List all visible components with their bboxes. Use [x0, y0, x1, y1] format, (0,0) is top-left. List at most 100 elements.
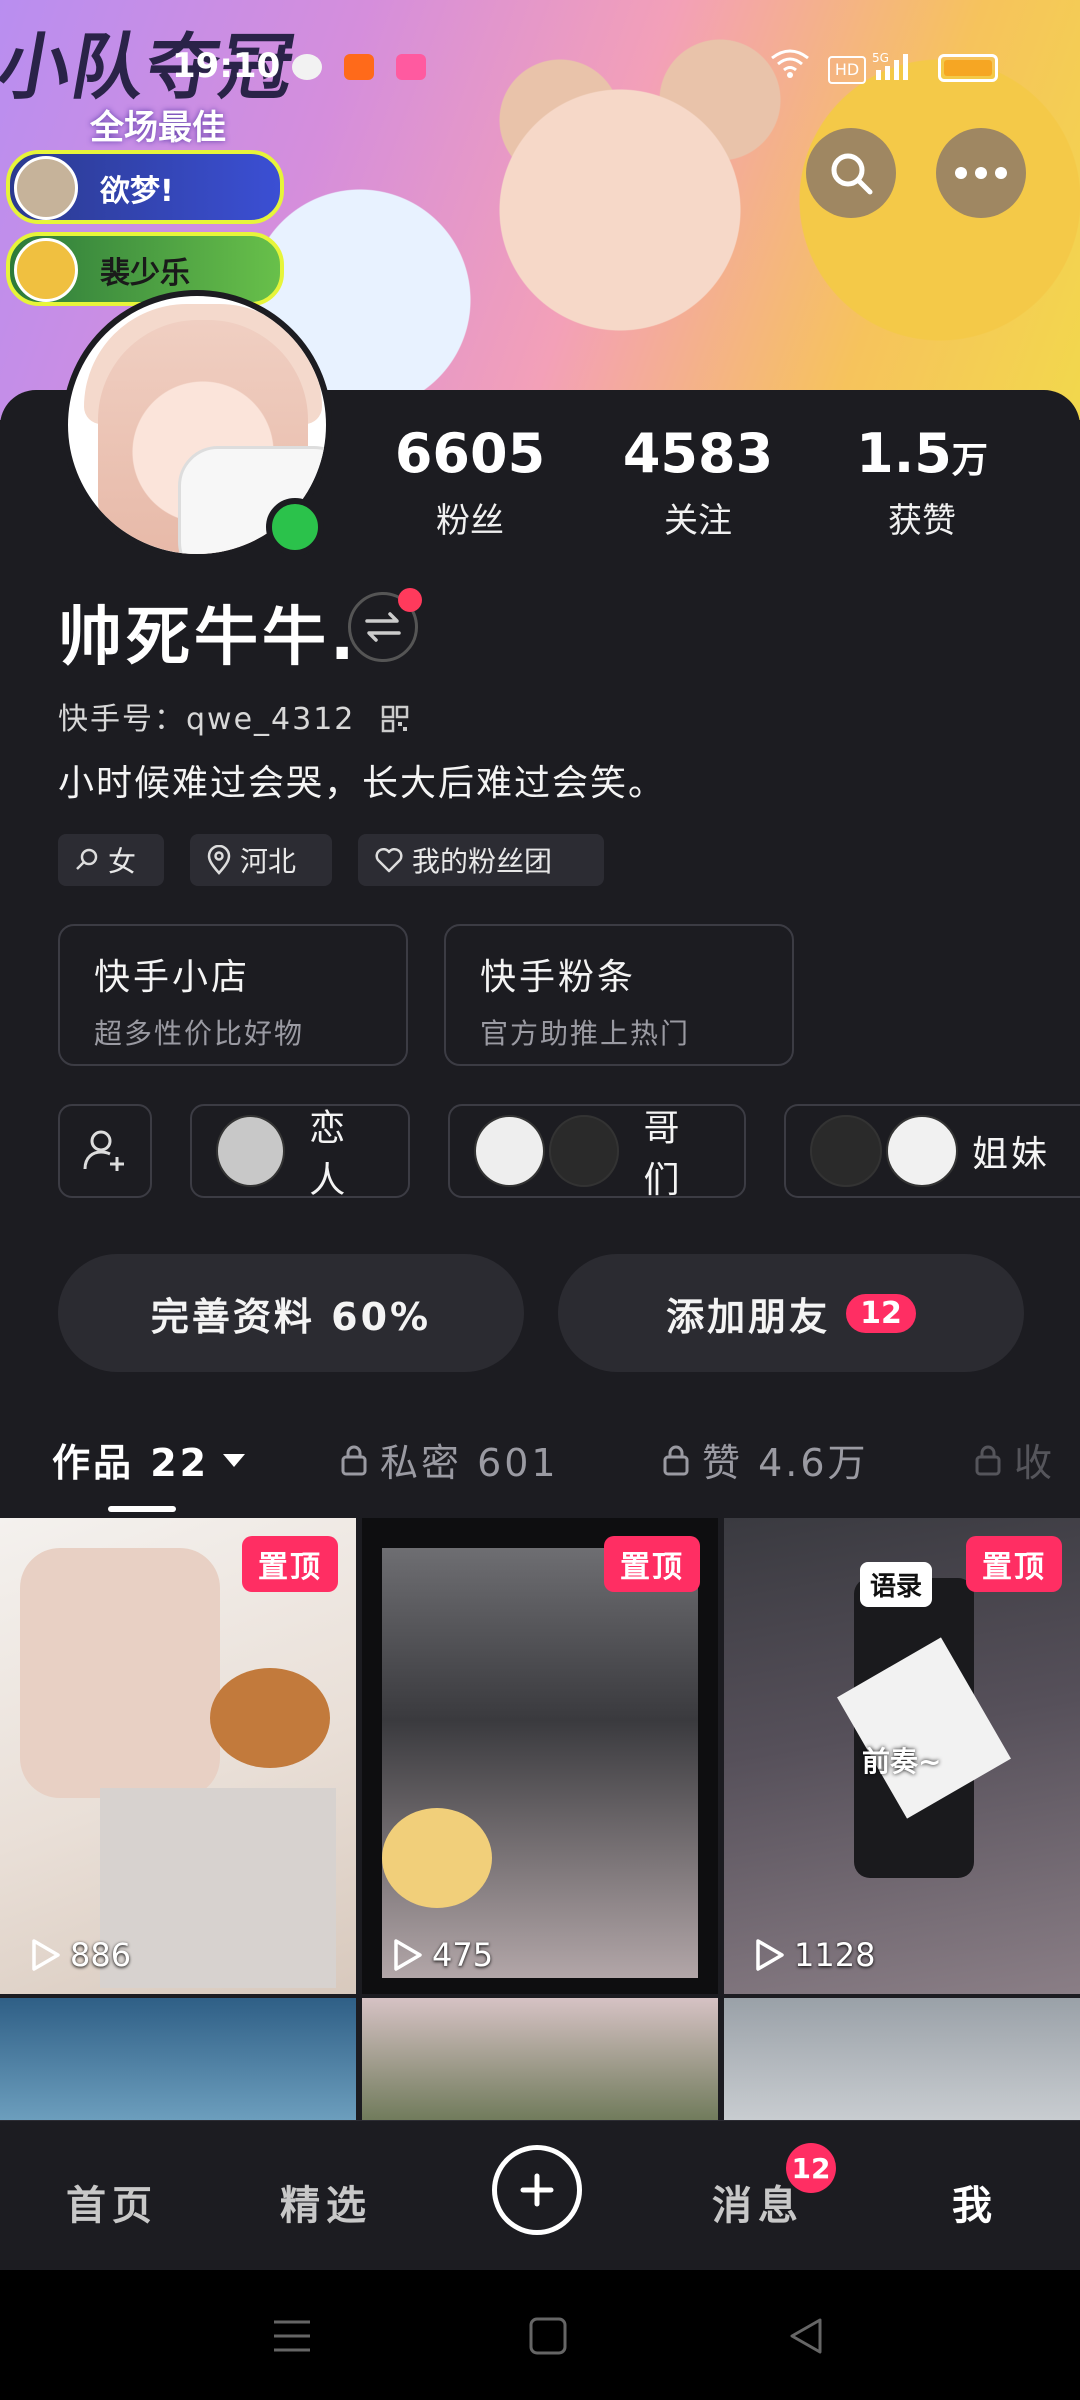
back-icon[interactable]: [786, 2316, 826, 2356]
card-subtitle: 超多性价比好物: [94, 1017, 305, 1050]
overlay-label: 前奏~: [862, 1745, 942, 1778]
kuaishou-id: 快手号：qwe_4312: [58, 702, 356, 737]
tag-location[interactable]: 河北: [190, 834, 332, 886]
tag-fan-club[interactable]: 我的粉丝团: [358, 834, 604, 886]
heart-icon: [375, 847, 403, 873]
bear-sticker: [210, 1668, 330, 1768]
relation-label: 哥们: [643, 1108, 683, 1201]
nav-me[interactable]: 我: [952, 2173, 998, 2231]
stat-following[interactable]: 4583 关注: [608, 422, 788, 542]
female-icon: [76, 848, 98, 870]
banner-chip-label: 欲梦!: [100, 174, 174, 209]
dog-sticker: [382, 1808, 492, 1908]
tab-label: 私密 601: [380, 1441, 559, 1485]
lock-icon: [975, 1445, 1001, 1475]
kuaishou-id-row[interactable]: 快手号：qwe_4312: [58, 694, 409, 738]
stat-label: 关注: [664, 501, 732, 541]
relation-label: 姐妹: [972, 1134, 1051, 1175]
relation-avatar: [886, 1115, 958, 1187]
tab-private[interactable]: 私密 601: [340, 1432, 559, 1487]
add-friends-button[interactable]: 添加朋友 12: [558, 1254, 1024, 1372]
thumb-photo: [100, 1788, 336, 1988]
more-button[interactable]: [936, 128, 1026, 218]
video-thumbnail[interactable]: 置顶 475: [362, 1518, 718, 1994]
svg-text:5G: 5G: [872, 51, 889, 65]
more-icon: [955, 167, 1007, 179]
complete-profile-button[interactable]: 完善资料 60%: [58, 1254, 524, 1372]
tag-label: 河北: [240, 845, 297, 878]
menu-icon[interactable]: [272, 2316, 312, 2356]
promotion-card[interactable]: 快手粉条 官方助推上热门: [444, 924, 794, 1066]
qrcode-icon[interactable]: [381, 705, 409, 733]
lock-icon: [663, 1445, 689, 1475]
tab-works[interactable]: 作品 22: [52, 1432, 247, 1487]
stat-followers[interactable]: 6605 粉丝: [380, 422, 560, 542]
relation-avatar: [216, 1115, 286, 1187]
stat-label: 粉丝: [436, 501, 504, 541]
play-icon: [394, 1939, 422, 1971]
nav-featured[interactable]: 精选: [280, 2173, 372, 2231]
relation-avatar: [810, 1115, 882, 1187]
create-button[interactable]: [492, 2145, 582, 2235]
shop-card[interactable]: 快手小店 超多性价比好物: [58, 924, 408, 1066]
tab-label: 收: [1014, 1441, 1056, 1485]
home-icon[interactable]: [528, 2316, 568, 2356]
signal-icon: 5G: [872, 51, 908, 80]
tag-gender[interactable]: 女: [58, 834, 164, 886]
banner-subtitle: 全场最佳: [90, 108, 226, 148]
status-time: 19:10: [172, 46, 281, 86]
profile-name: 帅死牛牛.: [58, 601, 359, 675]
video-thumbnail[interactable]: [724, 1998, 1080, 2122]
tab-likes[interactable]: 赞 4.6万: [662, 1432, 869, 1487]
video-thumbnail[interactable]: 置顶 886: [0, 1518, 356, 1994]
stat-value: 1.5: [856, 422, 952, 485]
play-icon: [32, 1939, 60, 1971]
video-thumbnail[interactable]: [0, 1998, 356, 2122]
pinned-badge: 置顶: [242, 1536, 338, 1592]
tag-label: 女: [108, 845, 137, 878]
relation-avatar: [474, 1115, 545, 1187]
hd-indicator: HD: [828, 56, 866, 84]
messages-badge: 12: [786, 2143, 836, 2193]
location-pin-icon: [207, 845, 231, 875]
system-navigation-bar: [0, 2270, 1080, 2400]
nav-home[interactable]: 首页: [66, 2173, 158, 2231]
relation-sisters[interactable]: 姐妹: [784, 1104, 1080, 1198]
relation-avatar: [548, 1115, 620, 1187]
stat-unit: 万: [951, 440, 988, 481]
pinned-badge: 置顶: [604, 1536, 700, 1592]
overlay-label: 语录: [860, 1562, 933, 1607]
banner-chip-2: 裴少乐: [6, 232, 284, 306]
play-count: 475: [390, 1936, 493, 1974]
pinned-badge: 置顶: [966, 1536, 1062, 1592]
plus-icon: [520, 2173, 554, 2207]
complete-profile-label: 完善资料 60%: [150, 1294, 432, 1339]
stat-value: 4583: [622, 422, 774, 485]
relation-lover[interactable]: 恋人: [190, 1104, 410, 1201]
stat-likes[interactable]: 1.5万 获赞: [832, 422, 1012, 542]
card-subtitle: 官方助推上热门: [480, 1017, 691, 1050]
relation-bros[interactable]: 哥们: [448, 1104, 746, 1201]
profile-bio: 小时候难过会哭，长大后难过会笑。: [58, 763, 667, 804]
wifi-icon: [771, 49, 809, 78]
stat-value: 6605: [394, 422, 546, 485]
lock-icon: [341, 1445, 367, 1475]
caret-down-icon: [223, 1453, 246, 1467]
add-user-icon: [83, 1130, 124, 1171]
camera-app-icon: [396, 54, 426, 80]
play-count: 1128: [752, 1936, 875, 1974]
video-thumbnail[interactable]: 语录 前奏~ 置顶 1128: [724, 1518, 1080, 1994]
stat-label: 获赞: [888, 501, 956, 541]
video-thumbnail[interactable]: [362, 1998, 718, 2122]
status-bar: 19:10 HD 5G: [0, 0, 1080, 86]
add-relation-button[interactable]: [58, 1104, 152, 1198]
search-icon: [831, 153, 873, 195]
search-button[interactable]: [806, 128, 896, 218]
banner-chip-label: 裴少乐: [100, 256, 190, 291]
card-title: 快手小店: [94, 957, 251, 998]
banner-chip-avatar: [14, 156, 78, 220]
tab-collections[interactable]: 收: [974, 1432, 1055, 1487]
tab-indicator: [108, 1506, 176, 1512]
thumb-photo: [20, 1548, 220, 1798]
notification-dot: [398, 588, 422, 612]
